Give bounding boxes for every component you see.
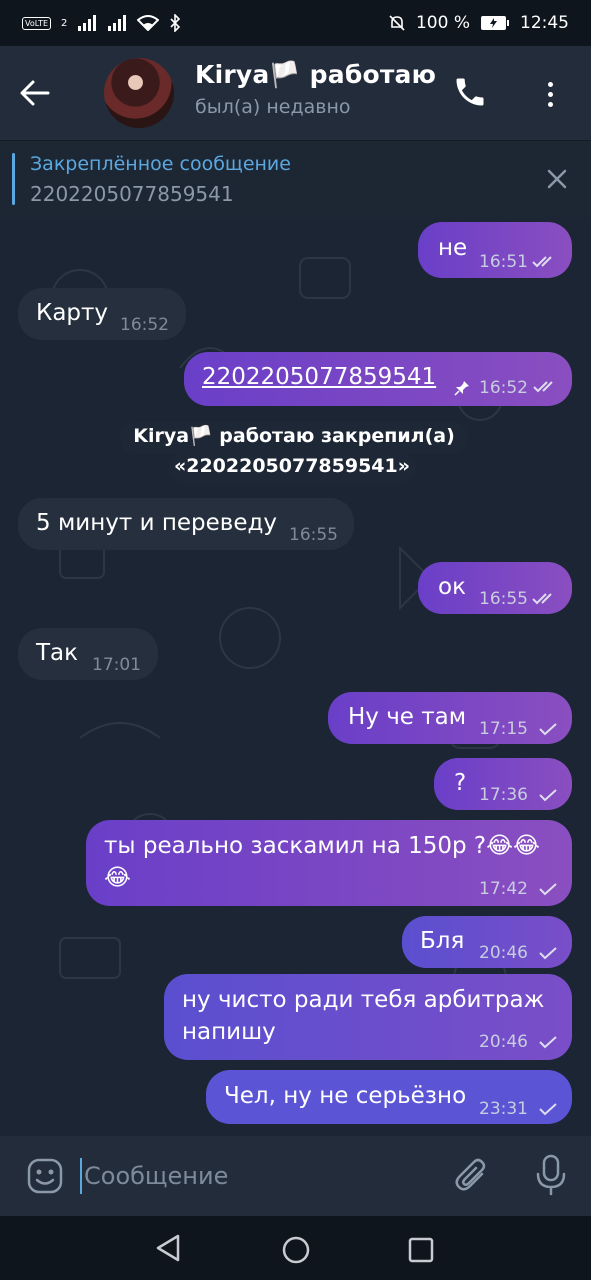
signal-icon bbox=[78, 15, 97, 31]
check-icon bbox=[539, 789, 557, 802]
pinned-accent-bar bbox=[12, 153, 15, 205]
message-time: 17:01 bbox=[92, 655, 141, 675]
message-outgoing[interactable]: 2202205077859541 16:52 bbox=[184, 352, 572, 406]
bluetooth-icon bbox=[170, 14, 181, 32]
pinned-message-bar[interactable]: Закреплённое сообщение 2202205077859541 bbox=[0, 140, 591, 218]
sim-slot: 2 bbox=[61, 17, 68, 29]
message-text: Карту bbox=[36, 300, 109, 326]
dot-icon bbox=[547, 81, 553, 87]
clock: 12:45 bbox=[520, 13, 569, 33]
volte-indicator: VoLTE bbox=[22, 16, 52, 30]
message-text-line2: напишу bbox=[182, 1019, 276, 1045]
double-check-icon bbox=[532, 256, 552, 268]
pinned-title: Закреплённое сообщение bbox=[30, 153, 291, 175]
check-icon bbox=[539, 947, 557, 960]
message-text-line1: ты реально заскамил на 150р ?😂😂 bbox=[104, 833, 540, 859]
message-input[interactable] bbox=[80, 1158, 430, 1194]
nav-recents-icon[interactable] bbox=[408, 1237, 434, 1263]
message-incoming[interactable]: Карту 16:52 bbox=[18, 288, 186, 340]
message-time: 20:46 bbox=[479, 943, 528, 963]
mute-bell-icon bbox=[389, 15, 405, 31]
contact-status: был(а) недавно bbox=[195, 96, 351, 118]
message-text: Так bbox=[36, 640, 79, 666]
message-outgoing[interactable]: Ну че там 17:15 bbox=[328, 692, 572, 744]
message-time: 16:51 bbox=[479, 252, 528, 272]
nav-home-icon[interactable] bbox=[282, 1236, 310, 1264]
check-icon bbox=[539, 883, 557, 896]
back-button[interactable] bbox=[0, 46, 70, 140]
message-incoming[interactable]: Так 17:01 bbox=[18, 628, 158, 680]
message-time: 20:46 bbox=[479, 1032, 528, 1052]
check-icon bbox=[539, 1103, 557, 1116]
message-input-bar bbox=[0, 1136, 591, 1216]
close-icon[interactable] bbox=[544, 166, 570, 192]
message-outgoing[interactable]: Чел, ну не серьёзно 23:31 bbox=[206, 1070, 572, 1124]
call-button[interactable] bbox=[452, 74, 492, 114]
message-time: 17:42 bbox=[479, 879, 528, 899]
message-time: 16:55 bbox=[479, 589, 528, 609]
service-line-2: «2202205077859541» bbox=[173, 455, 411, 477]
message-incoming[interactable]: 5 минут и переведу 16:55 bbox=[18, 498, 354, 550]
message-text-line2: 😂 bbox=[104, 865, 131, 891]
message-time: 23:31 bbox=[479, 1099, 528, 1119]
chat-area[interactable]: не 16:51 Карту 16:52 2202205077859541 16… bbox=[0, 218, 591, 1136]
message-text: 5 минут и переведу bbox=[36, 510, 278, 536]
wifi-icon bbox=[137, 15, 160, 31]
service-message-2: «2202205077859541» bbox=[168, 452, 416, 484]
phone-icon bbox=[456, 78, 484, 106]
contact-info[interactable]: Kirya🏳️ работаю был(а) недавно bbox=[195, 60, 436, 118]
battery-icon bbox=[481, 16, 509, 30]
message-outgoing[interactable]: Бля 20:46 bbox=[402, 916, 572, 968]
emoji-icon[interactable] bbox=[26, 1157, 64, 1195]
check-icon bbox=[539, 1036, 557, 1049]
avatar[interactable] bbox=[104, 58, 174, 128]
message-text: не bbox=[438, 235, 468, 261]
message-outgoing[interactable]: ? 17:36 bbox=[434, 758, 572, 810]
arrow-left-icon bbox=[20, 80, 50, 106]
message-outgoing[interactable]: ты реально заскамил на 150р ?😂😂 😂 17:42 bbox=[86, 820, 572, 906]
battery-percent: 100 % bbox=[415, 13, 470, 33]
double-check-icon bbox=[532, 593, 552, 605]
message-time: 17:36 bbox=[479, 785, 528, 805]
message-time: 16:52 bbox=[120, 315, 169, 335]
message-text: Чел, ну не серьёзно bbox=[224, 1083, 467, 1109]
status-left: VoLTE 2 bbox=[22, 14, 181, 32]
paperclip-icon[interactable] bbox=[454, 1156, 492, 1196]
message-outgoing[interactable]: ну чисто ради тебя арбитраж напишу 20:46 bbox=[164, 974, 572, 1060]
microphone-icon[interactable] bbox=[536, 1154, 566, 1196]
message-text-line1: ну чисто ради тебя арбитраж bbox=[182, 987, 545, 1013]
dot-icon bbox=[547, 101, 553, 107]
message-outgoing[interactable]: не 16:51 bbox=[418, 222, 572, 278]
status-bar: VoLTE 2 100 % 12:45 bbox=[0, 0, 591, 46]
message-time: 17:15 bbox=[479, 719, 528, 739]
check-icon bbox=[539, 723, 557, 736]
contact-name: Kirya🏳️ работаю bbox=[195, 60, 437, 89]
service-line-1: Kirya🏳️ работаю закрепил(а) bbox=[133, 425, 455, 447]
system-nav-bar bbox=[0, 1216, 591, 1280]
message-outgoing[interactable]: ок 16:55 bbox=[418, 562, 572, 614]
status-right: 100 % 12:45 bbox=[388, 13, 569, 33]
message-text: ? bbox=[454, 770, 467, 796]
message-text: Бля bbox=[420, 928, 465, 954]
message-time: 16:52 bbox=[479, 378, 528, 398]
dot-icon bbox=[547, 91, 553, 97]
message-text-link[interactable]: 2202205077859541 bbox=[202, 364, 436, 390]
pinned-text: 2202205077859541 bbox=[30, 182, 234, 206]
signal-icon-2 bbox=[108, 15, 127, 31]
pin-icon bbox=[454, 381, 469, 396]
service-message: Kirya🏳️ работаю закрепил(а) bbox=[120, 422, 468, 454]
nav-back-icon[interactable] bbox=[154, 1234, 182, 1262]
more-options-button[interactable] bbox=[535, 74, 565, 114]
message-time: 16:55 bbox=[289, 525, 338, 545]
chat-header: Kirya🏳️ работаю был(а) недавно bbox=[0, 46, 591, 140]
double-check-icon bbox=[533, 381, 553, 393]
message-text: ок bbox=[438, 574, 466, 600]
message-text: Ну че там bbox=[348, 704, 467, 730]
